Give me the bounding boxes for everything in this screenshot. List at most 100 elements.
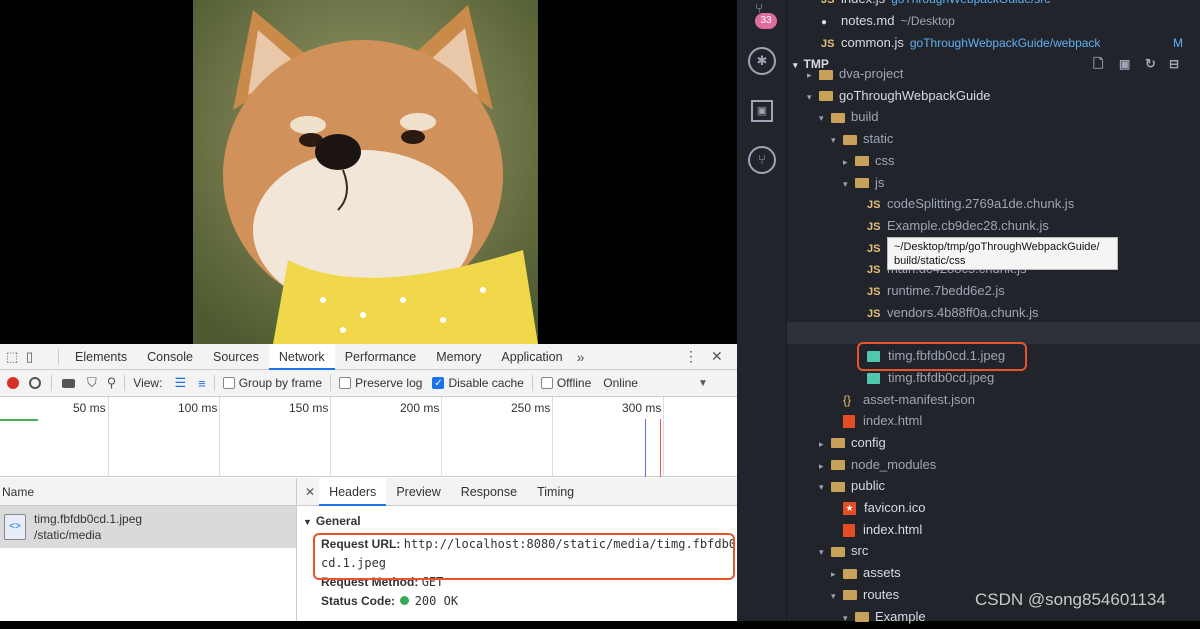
dog-image xyxy=(193,0,538,344)
chevron-down-icon: ▾ xyxy=(819,542,831,564)
tree-item[interactable]: ▸config xyxy=(787,432,1200,454)
timeline-tick-label: 50 ms xyxy=(73,401,106,415)
git-status-badge: M xyxy=(1173,32,1183,54)
clear-icon[interactable] xyxy=(29,377,41,389)
tree-item-label: public xyxy=(851,478,885,493)
debug-icon[interactable]: ✱ xyxy=(748,47,776,75)
folder-icon xyxy=(819,91,833,101)
close-icon[interactable]: ✕ xyxy=(711,348,723,365)
offline-checkbox[interactable] xyxy=(541,377,553,389)
request-row[interactable]: <> timg.fbfdb0cd.1.jpeg /static/media xyxy=(0,506,296,548)
group-by-frame-checkbox[interactable] xyxy=(223,377,235,389)
tab-network[interactable]: Network xyxy=(269,344,335,370)
tree-item[interactable]: ▸dva-project xyxy=(787,63,1200,85)
tab-application[interactable]: Application xyxy=(491,344,572,370)
tree-item[interactable]: JSvendors.4b88ff0a.chunk.js xyxy=(787,302,1200,324)
explorer-sidebar: JSindex.jsgoThroughWebpackGuide/src●note… xyxy=(787,0,1200,621)
network-timeline: 50 ms 100 ms 150 ms 200 ms 250 ms 300 ms xyxy=(0,397,737,477)
chevron-down-icon: ▾ xyxy=(831,586,843,608)
inspect-icon[interactable]: ⬚ xyxy=(6,349,26,365)
general-section[interactable]: ▼General xyxy=(303,514,737,528)
device-toolbar-icon[interactable]: ▯ xyxy=(26,349,52,365)
chevron-down-icon: ▾ xyxy=(819,108,831,130)
detail-tab-response[interactable]: Response xyxy=(451,478,527,506)
detail-tab-timing[interactable]: Timing xyxy=(527,478,584,506)
filter-icon[interactable]: ⛉ xyxy=(87,375,97,391)
tree-item-label: config xyxy=(851,435,886,450)
hover-row-highlight xyxy=(787,322,1200,344)
chevron-down-icon[interactable]: ▼ xyxy=(698,378,708,389)
chevron-right-icon: ▸ xyxy=(843,152,855,174)
more-tabs-icon[interactable]: » xyxy=(577,349,585,365)
extensions-icon[interactable]: ▣ xyxy=(751,100,773,122)
tree-item[interactable]: {}asset-manifest.json xyxy=(787,389,1200,411)
menu-icon[interactable]: ⋮ xyxy=(684,348,698,365)
tree-item[interactable]: ▾goThroughWebpackGuide xyxy=(787,85,1200,107)
detail-tab-preview[interactable]: Preview xyxy=(386,478,450,506)
tree-item[interactable]: index.html xyxy=(787,410,1200,432)
preserve-log-checkbox[interactable] xyxy=(339,377,351,389)
chevron-right-icon: ▸ xyxy=(819,456,831,478)
tree-item-label: static xyxy=(863,131,893,146)
disable-cache-checkbox[interactable]: ✓ xyxy=(432,377,444,389)
git-graph-icon[interactable]: ⑂ xyxy=(748,146,776,174)
tree-item-label: dva-project xyxy=(839,66,903,81)
tree-item[interactable]: ▸css xyxy=(787,150,1200,172)
folder-icon xyxy=(843,569,857,579)
chevron-down-icon: ▾ xyxy=(831,130,843,152)
search-icon[interactable]: ⚲ xyxy=(107,375,117,391)
record-icon[interactable] xyxy=(7,377,19,389)
request-path: /static/media xyxy=(34,528,142,542)
tree-item[interactable]: index.html xyxy=(787,519,1200,541)
timeline-gridline xyxy=(441,397,442,477)
tree-item[interactable]: JSruntime.7bedd6e2.js xyxy=(787,280,1200,302)
tree-item[interactable]: ▸assets xyxy=(787,562,1200,584)
throttle-select[interactable]: Online xyxy=(603,376,638,390)
tree-item[interactable]: ▸node_modules xyxy=(787,454,1200,476)
editor-window: ⑂ 33 ✱ ▣ ⑂ JSindex.jsgoThroughWebpackGui… xyxy=(737,0,1200,621)
tree-item-label: js xyxy=(875,175,884,190)
tree-item[interactable]: ▾ static xyxy=(787,128,1200,150)
tab-elements[interactable]: Elements xyxy=(65,344,137,370)
tree-item[interactable]: JSExample.cb9dec28.chunk.js xyxy=(787,215,1200,237)
folder-icon xyxy=(843,590,857,600)
tab-memory[interactable]: Memory xyxy=(426,344,491,370)
request-list: Name <> timg.fbfdb0cd.1.jpeg /static/med… xyxy=(0,478,297,621)
tree-item[interactable]: JScodeSplitting.2769a1de.chunk.js xyxy=(787,193,1200,215)
load-line xyxy=(660,419,661,477)
open-editor-path: ~/Desktop xyxy=(900,14,954,28)
open-editor-path: goThroughWebpackGuide/webpack xyxy=(910,36,1101,50)
js-file-icon: JS xyxy=(867,239,887,261)
name-column-header[interactable]: Name xyxy=(0,478,296,506)
tab-performance[interactable]: Performance xyxy=(335,344,427,370)
network-toolbar: ⛉ ⚲ View: ☰ ≡ Group by frame Preserve lo… xyxy=(0,370,737,397)
screenshot-icon[interactable] xyxy=(62,379,75,388)
open-editor-item[interactable]: JSindex.jsgoThroughWebpackGuide/src xyxy=(787,0,1200,10)
open-editor-item[interactable]: ●notes.md~/Desktop xyxy=(787,10,1200,32)
detail-tabs: ✕ HeadersPreviewResponseTiming xyxy=(297,478,737,506)
divider xyxy=(124,375,125,391)
folder-icon xyxy=(855,178,869,188)
changes-badge: 33 xyxy=(755,13,777,29)
tree-item[interactable]: ▾public xyxy=(787,475,1200,497)
large-rows-icon[interactable]: ☰ xyxy=(174,375,186,391)
chevron-down-icon: ▾ xyxy=(843,608,855,629)
view-label: View: xyxy=(133,376,162,390)
tree-item[interactable]: ▾ js xyxy=(787,172,1200,194)
waterfall-icon[interactable]: ≡ xyxy=(198,376,206,391)
detail-close-icon[interactable]: ✕ xyxy=(305,485,315,499)
detail-tab-headers[interactable]: Headers xyxy=(319,478,386,506)
tab-console[interactable]: Console xyxy=(137,344,203,370)
image-file-icon: <> xyxy=(4,514,26,540)
general-label: General xyxy=(316,514,361,528)
html-file-icon xyxy=(843,524,855,537)
status-code-row: Status Code: 200 OK xyxy=(303,594,737,608)
status-ok-icon xyxy=(400,596,409,605)
tree-item[interactable]: ▾build xyxy=(787,106,1200,128)
chevron-down-icon: ▾ xyxy=(843,174,855,196)
tree-item[interactable]: ▾src xyxy=(787,540,1200,562)
open-editor-item[interactable]: JScommon.jsgoThroughWebpackGuide/webpack… xyxy=(787,32,1200,54)
tab-sources[interactable]: Sources xyxy=(203,344,269,370)
folder-icon xyxy=(819,70,833,80)
tree-item[interactable]: ★favicon.ico xyxy=(787,497,1200,519)
